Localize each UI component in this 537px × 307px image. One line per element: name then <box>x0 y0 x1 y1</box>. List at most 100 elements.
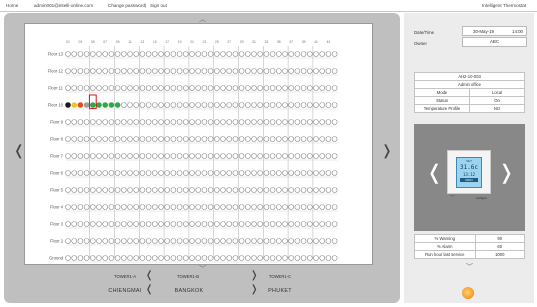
unit-status-dot[interactable] <box>282 170 288 176</box>
unit-status-dot[interactable] <box>164 119 170 125</box>
unit-status-dot[interactable] <box>158 255 164 261</box>
unit-status-dot[interactable] <box>238 51 245 57</box>
unit-status-dot[interactable] <box>282 153 288 159</box>
unit-status-dot[interactable] <box>121 85 127 91</box>
unit-status-dot[interactable] <box>65 136 71 142</box>
unit-status-dot[interactable] <box>269 221 276 227</box>
unit-status-dot[interactable] <box>77 136 84 142</box>
unit-status-dot[interactable] <box>65 204 71 210</box>
unit-status-dot[interactable] <box>276 136 282 142</box>
unit-status-dot[interactable] <box>331 68 338 74</box>
unit-status-dot[interactable] <box>164 68 170 74</box>
unit-status-dot[interactable] <box>251 170 257 176</box>
unit-status-dot[interactable] <box>71 204 78 210</box>
unit-status-dot[interactable] <box>195 153 201 159</box>
unit-status-dot[interactable] <box>158 119 164 125</box>
unit-status-dot[interactable] <box>170 255 177 261</box>
unit-status-dot[interactable] <box>183 136 189 142</box>
unit-status-dot[interactable] <box>183 51 189 57</box>
unit-status-dot[interactable] <box>263 255 270 261</box>
unit-status-dot[interactable] <box>102 102 108 108</box>
unit-status-dot[interactable] <box>325 136 332 142</box>
unit-status-dot[interactable] <box>300 255 307 261</box>
unit-status-dot[interactable] <box>220 187 226 193</box>
unit-status-dot[interactable] <box>238 153 245 159</box>
unit-status-dot[interactable] <box>83 119 90 125</box>
unit-status-dot[interactable] <box>294 136 301 142</box>
unit-status-dot[interactable] <box>108 187 115 193</box>
unit-status-dot[interactable] <box>176 153 183 159</box>
unit-status-dot[interactable] <box>127 153 133 159</box>
unit-status-dot[interactable] <box>214 238 220 244</box>
unit-status-dot[interactable] <box>226 85 232 91</box>
unit-status-dot[interactable] <box>170 204 177 210</box>
unit-status-dot[interactable] <box>220 85 226 91</box>
unit-status-dot[interactable] <box>207 102 214 108</box>
unit-status-dot[interactable] <box>114 85 121 91</box>
unit-status-dot[interactable] <box>294 153 301 159</box>
unit-status-dot[interactable] <box>300 51 307 57</box>
unit-status-dot[interactable] <box>288 170 295 176</box>
unit-status-dot[interactable] <box>127 119 133 125</box>
unit-status-dot[interactable] <box>207 85 214 91</box>
unit-status-dot[interactable] <box>90 136 96 142</box>
unit-status-dot[interactable] <box>325 68 332 74</box>
unit-status-dot[interactable] <box>183 204 189 210</box>
tower-label-c[interactable]: TOWER1-C <box>263 274 297 279</box>
unit-status-dot[interactable] <box>214 68 220 74</box>
unit-status-dot[interactable] <box>152 238 158 244</box>
unit-status-dot[interactable] <box>214 136 220 142</box>
unit-status-dot[interactable] <box>282 119 288 125</box>
unit-status-dot[interactable] <box>152 85 158 91</box>
unit-status-dot[interactable] <box>158 136 164 142</box>
unit-status-dot[interactable] <box>214 153 220 159</box>
unit-status-dot[interactable] <box>127 85 133 91</box>
unit-status-dot[interactable] <box>214 204 220 210</box>
unit-status-dot[interactable] <box>245 255 251 261</box>
unit-status-dot[interactable] <box>220 102 226 108</box>
unit-status-dot[interactable] <box>114 153 121 159</box>
unit-status-dot[interactable] <box>232 68 239 74</box>
unit-status-dot[interactable] <box>170 68 177 74</box>
unit-status-dot[interactable] <box>319 136 326 142</box>
unit-status-dot[interactable] <box>65 85 71 91</box>
unit-status-dot[interactable] <box>214 85 220 91</box>
unit-status-dot[interactable] <box>158 221 164 227</box>
unit-status-dot[interactable] <box>300 238 307 244</box>
unit-status-dot[interactable] <box>90 221 96 227</box>
unit-status-dot[interactable] <box>189 221 195 227</box>
unit-status-dot[interactable] <box>145 187 152 193</box>
unit-status-dot[interactable] <box>331 187 338 193</box>
unit-status-dot[interactable] <box>300 204 307 210</box>
unit-status-dot[interactable] <box>226 255 232 261</box>
unit-status-dot[interactable] <box>319 68 326 74</box>
unit-status-dot[interactable] <box>158 204 164 210</box>
unit-status-dot[interactable] <box>201 68 208 74</box>
unit-status-dot[interactable] <box>319 187 326 193</box>
unit-status-dot[interactable] <box>114 187 121 193</box>
unit-status-dot[interactable] <box>145 238 152 244</box>
unit-status-dot[interactable] <box>90 102 96 108</box>
unit-status-dot[interactable] <box>282 255 288 261</box>
unit-status-dot[interactable] <box>238 238 245 244</box>
unit-status-dot[interactable] <box>189 136 195 142</box>
unit-status-dot[interactable] <box>269 255 276 261</box>
unit-status-dot[interactable] <box>114 102 121 108</box>
unit-status-dot[interactable] <box>232 51 239 57</box>
unit-status-dot[interactable] <box>226 51 232 57</box>
unit-status-dot[interactable] <box>207 51 214 57</box>
unit-status-dot[interactable] <box>306 204 313 210</box>
unit-status-dot[interactable] <box>158 102 164 108</box>
unit-status-dot[interactable] <box>306 238 313 244</box>
unit-status-dot[interactable] <box>170 221 177 227</box>
unit-status-dot[interactable] <box>96 170 102 176</box>
unit-status-dot[interactable] <box>145 102 152 108</box>
unit-status-dot[interactable] <box>306 187 313 193</box>
unit-status-dot[interactable] <box>294 119 301 125</box>
change-password-link[interactable]: Change password <box>108 0 145 11</box>
unit-status-dot[interactable] <box>114 221 121 227</box>
unit-status-dot[interactable] <box>226 119 232 125</box>
unit-status-dot[interactable] <box>263 238 270 244</box>
unit-status-dot[interactable] <box>276 170 282 176</box>
unit-status-dot[interactable] <box>96 221 102 227</box>
